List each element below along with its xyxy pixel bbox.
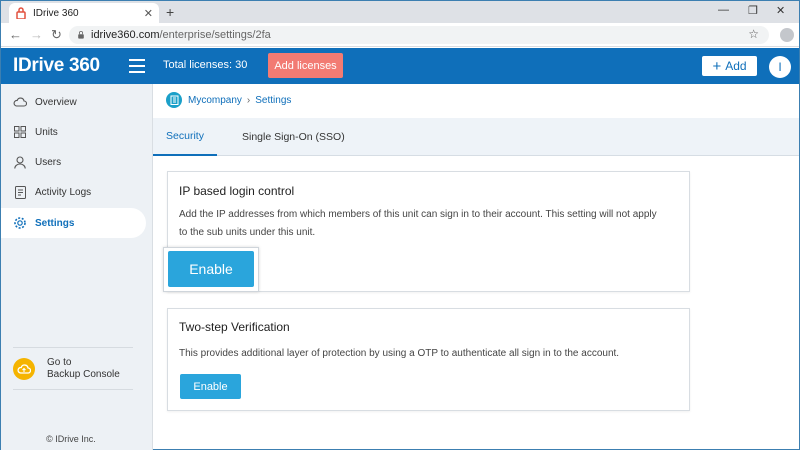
app-header: IDrive 360 Total licenses: 30 Add licens…	[1, 48, 799, 84]
settings-tabs: Security Single Sign-On (SSO)	[153, 118, 799, 156]
plus-icon: +	[712, 57, 722, 75]
idrive-logo[interactable]: IDrive 360	[13, 55, 100, 77]
two-step-title: Two-step Verification	[179, 320, 290, 334]
bookmark-star-icon[interactable]: ☆	[748, 27, 759, 41]
url-path: /enterprise/settings/2fa	[159, 29, 271, 41]
enable-two-step-button[interactable]: Enable	[180, 374, 241, 399]
grid-icon	[13, 125, 27, 139]
two-step-description: This provides additional layer of protec…	[179, 348, 620, 359]
url-text: idrive360.com/enterprise/settings/2fa	[91, 29, 271, 41]
sidebar-item-label: Settings	[35, 217, 75, 229]
browser-tab[interactable]: IDrive 360 ✕	[9, 3, 159, 23]
sidebar-item-overview[interactable]: Overview	[1, 87, 146, 117]
sidebar: Overview Units Users Activity Logs Setti…	[1, 84, 153, 450]
sidebar-item-users[interactable]: Users	[1, 147, 146, 177]
new-tab-icon[interactable]: +	[166, 4, 174, 20]
sidebar-item-label: Users	[35, 156, 62, 168]
gear-icon	[13, 216, 27, 230]
sidebar-item-label: Overview	[35, 96, 77, 108]
goto-line1: Go to	[47, 357, 72, 368]
ip-card-title: IP based login control	[179, 184, 295, 198]
chevron-right-icon: ›	[246, 94, 251, 106]
building-icon	[166, 92, 182, 108]
add-licenses-button[interactable]: Add licenses	[268, 53, 343, 78]
breadcrumb-current: Settings	[255, 94, 292, 106]
sidebar-item-label: Units	[35, 126, 58, 138]
restore-icon[interactable]: ❐	[748, 4, 758, 17]
tab-strip: IDrive 360 ✕ + — ❐ ✕	[1, 1, 799, 23]
sidebar-item-settings[interactable]: Settings	[1, 208, 146, 238]
sidebar-divider	[13, 347, 133, 348]
avatar[interactable]: I	[769, 56, 791, 78]
cloud-upload-icon	[13, 358, 35, 380]
sidebar-divider	[13, 389, 133, 390]
sidebar-item-label: Activity Logs	[35, 186, 92, 198]
ip-desc-line1: Add the IP addresses from which members …	[179, 209, 657, 220]
breadcrumb-root[interactable]: Mycompany	[188, 95, 242, 106]
browser-toolbar: ← → ↻ idrive360.com/enterprise/settings/…	[1, 23, 799, 47]
tab-sso[interactable]: Single Sign-On (SSO)	[242, 118, 345, 156]
user-icon	[13, 155, 27, 169]
back-icon[interactable]: ←	[9, 27, 22, 42]
goto-backup-console[interactable]: Go to Backup Console	[13, 357, 120, 381]
two-step-card: Two-step Verification This provides addi…	[167, 308, 690, 411]
goto-line2: Backup Console	[47, 369, 120, 380]
browser-window: IDrive 360 ✕ + — ❐ ✕ ← → ↻ idrive360.com…	[0, 0, 800, 450]
reload-icon[interactable]: ↻	[51, 27, 62, 43]
sidebar-item-units[interactable]: Units	[1, 117, 146, 147]
tab-security[interactable]: Security	[153, 118, 217, 156]
document-icon	[13, 185, 27, 199]
sidebar-item-activity-logs[interactable]: Activity Logs	[1, 177, 146, 207]
add-button[interactable]: + Add	[702, 56, 757, 76]
goto-text: Go to Backup Console	[47, 357, 120, 381]
total-licenses: Total licenses: 30	[163, 59, 248, 71]
tab-title: IDrive 360	[33, 7, 79, 19]
ip-desc-line2: to the sub units under this unit.	[179, 227, 316, 238]
forward-icon[interactable]: →	[30, 27, 43, 42]
cloud-icon	[13, 95, 27, 109]
browser-profile-icon[interactable]	[780, 28, 794, 42]
ip-card-description: Add the IP addresses from which members …	[179, 206, 657, 242]
menu-icon[interactable]	[129, 59, 145, 73]
add-button-label: Add	[725, 59, 747, 73]
address-bar[interactable]: idrive360.com/enterprise/settings/2fa ☆	[69, 26, 769, 44]
minimize-icon[interactable]: —	[718, 4, 729, 16]
lock-icon	[78, 31, 84, 39]
copyright: © IDrive Inc.	[46, 434, 96, 444]
tab-close-icon[interactable]: ✕	[144, 7, 153, 20]
window-close-icon[interactable]: ✕	[776, 4, 785, 17]
enable-ip-button[interactable]: Enable	[168, 251, 254, 287]
idrive-favicon-icon	[15, 7, 27, 19]
url-host: idrive360.com	[91, 29, 160, 41]
breadcrumb: Mycompany › Settings	[166, 92, 291, 108]
